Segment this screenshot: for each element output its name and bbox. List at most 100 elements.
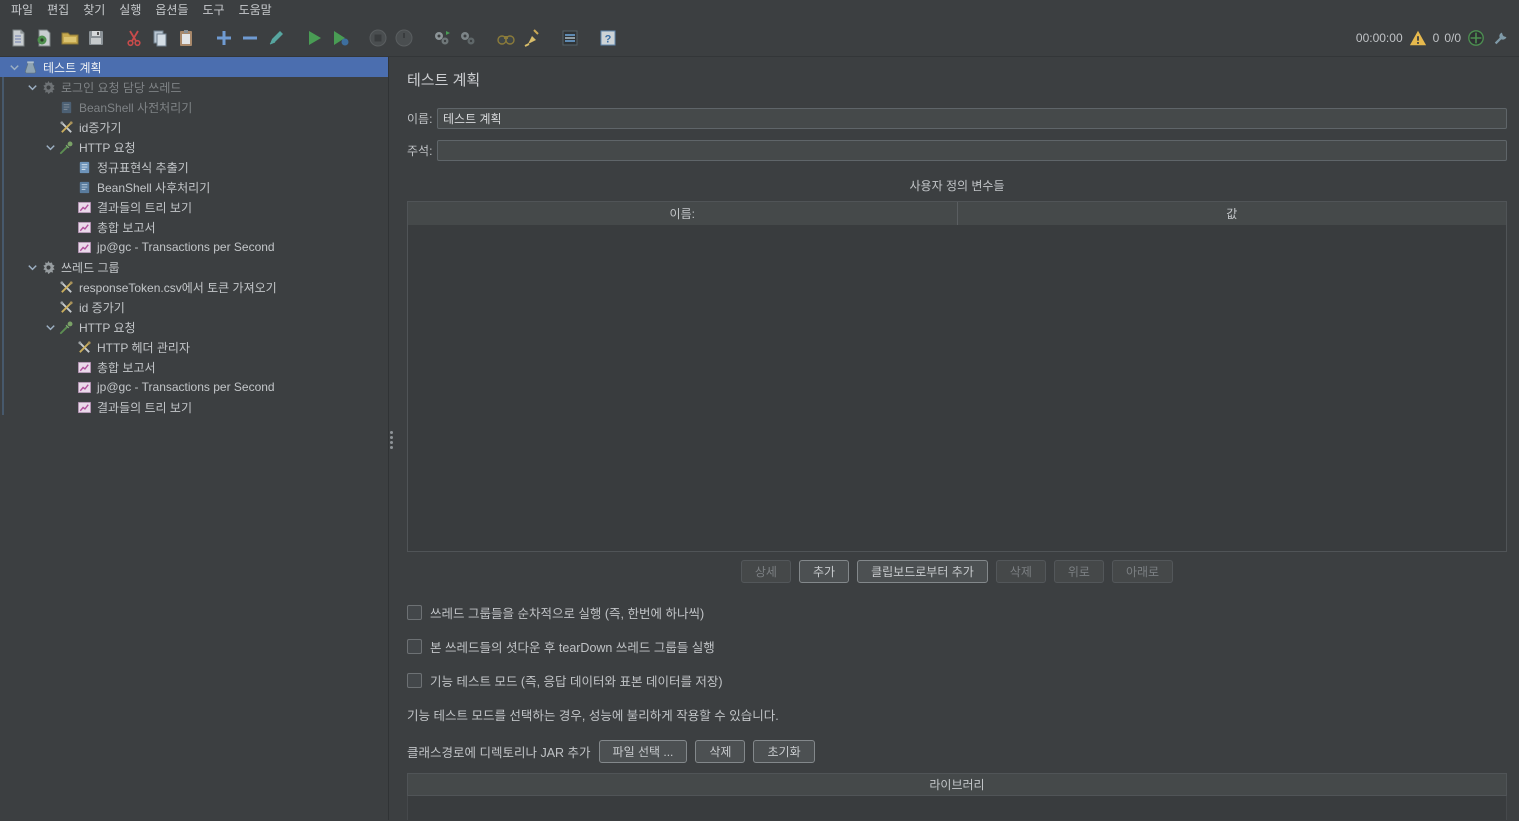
checkbox-row-run-thread-groups-consecutively: 쓰레드 그룹들을 순차적으로 실행 (즉, 한번에 하나씩) xyxy=(407,603,1507,622)
tree-item-label: BeanShell 사전처리기 xyxy=(79,100,193,115)
search-icon[interactable] xyxy=(494,26,518,50)
name-input[interactable] xyxy=(437,108,1507,129)
chevron-down-icon[interactable] xyxy=(42,320,58,334)
user-variables-title: 사용자 정의 변수들 xyxy=(909,179,1005,193)
tree-item-id-counter-2[interactable]: id 증가기 xyxy=(0,297,388,317)
classpath-delete-button[interactable]: 삭제 xyxy=(695,740,746,763)
chevron-down-icon[interactable] xyxy=(24,260,40,274)
target-icon[interactable] xyxy=(1466,28,1486,48)
expand-all-icon[interactable] xyxy=(212,26,236,50)
stop-icon[interactable] xyxy=(366,26,390,50)
paste-icon[interactable] xyxy=(174,26,198,50)
new-icon[interactable] xyxy=(6,26,30,50)
tree-item-label: 결과들의 트리 보기 xyxy=(97,400,192,415)
shutdown-icon[interactable] xyxy=(392,26,416,50)
test-plan-icon xyxy=(22,59,38,75)
chevron-down-icon[interactable] xyxy=(24,80,40,94)
menu-options[interactable]: 옵션들 xyxy=(148,0,195,20)
tree-item-login-thread-group[interactable]: 로그인 요청 담당 쓰레드 xyxy=(0,77,388,97)
tree-item-view-results-tree-1[interactable]: 결과들의 트리 보기 xyxy=(0,197,388,217)
remote-start-all-icon[interactable] xyxy=(430,26,454,50)
tree-item-http-header-manager[interactable]: HTTP 헤더 관리자 xyxy=(0,337,388,357)
tree-item-label: responseToken.csv에서 토큰 가져오기 xyxy=(79,280,277,295)
collapse-all-icon[interactable] xyxy=(238,26,262,50)
function-helper-icon[interactable] xyxy=(558,26,582,50)
wrench-icon xyxy=(58,299,74,315)
warning-icon[interactable] xyxy=(1408,28,1428,48)
thread-status: 0/0 xyxy=(1444,30,1461,45)
tree-item-beanshell-preprocessor[interactable]: BeanShell 사전처리기 xyxy=(0,97,388,117)
tree-item-aggregate-report-2[interactable]: 총합 보고서 xyxy=(0,357,388,377)
toolbar-group xyxy=(430,26,480,50)
wrench-icon[interactable] xyxy=(1491,28,1511,48)
gear-icon xyxy=(40,259,56,275)
tree-item-csv-token-config[interactable]: responseToken.csv에서 토큰 가져오기 xyxy=(0,277,388,297)
clear-icon[interactable] xyxy=(520,26,544,50)
variables-button-row: 상세 추가 클립보드로부터 추가 삭제 위로 아래로 xyxy=(407,560,1507,583)
checkbox-label: 쓰레드 그룹들을 순차적으로 실행 (즉, 한번에 하나씩) xyxy=(430,607,705,621)
copy-icon[interactable] xyxy=(148,26,172,50)
tree-item-http-request-1[interactable]: HTTP 요청 xyxy=(0,137,388,157)
tree-item-test-plan[interactable]: 테스트 계획 xyxy=(0,57,388,77)
tree-item-thread-group[interactable]: 쓰레드 그룹 xyxy=(0,257,388,277)
tree-item-view-results-tree-2[interactable]: 결과들의 트리 보기 xyxy=(0,397,388,417)
menu-tools[interactable]: 도구 xyxy=(196,0,232,20)
chevron-down-icon[interactable] xyxy=(42,140,58,154)
menu-run[interactable]: 실행 xyxy=(112,0,148,20)
wrench-icon xyxy=(58,119,74,135)
comment-input[interactable] xyxy=(437,140,1507,161)
splitter[interactable] xyxy=(389,57,407,820)
checkbox-label: 본 쓰레드들의 셧다운 후 tearDown 쓰레드 그룹들 실행 xyxy=(430,641,715,655)
help-icon[interactable]: ? xyxy=(596,26,620,50)
tree-item-label: 정규표현식 추출기 xyxy=(97,160,189,175)
menu-help[interactable]: 도움말 xyxy=(232,0,279,20)
checkbox-functional-test-mode[interactable] xyxy=(407,673,422,688)
svg-text:?: ? xyxy=(605,33,612,45)
chevron-down-icon[interactable] xyxy=(6,60,22,74)
menu-edit[interactable]: 편집 xyxy=(40,0,76,20)
add-button[interactable]: 추가 xyxy=(798,560,850,583)
start-no-timers-icon[interactable] xyxy=(328,26,352,50)
checkbox-run-teardown-after-shutdown[interactable] xyxy=(407,639,422,654)
delete-button: 삭제 xyxy=(995,560,1046,583)
tree-item-id-counter-1[interactable]: id증가기 xyxy=(0,117,388,137)
extractor-icon xyxy=(76,159,92,175)
checkbox-run-thread-groups-consecutively[interactable] xyxy=(407,605,422,620)
open-icon[interactable] xyxy=(58,26,82,50)
remote-shutdown-all-icon[interactable] xyxy=(456,26,480,50)
chart-icon xyxy=(76,199,92,215)
tree-item-jpgc-tps-1[interactable]: jp@gc - Transactions per Second xyxy=(0,237,388,257)
tree-item-regex-extractor[interactable]: 정규표현식 추출기 xyxy=(0,157,388,177)
tree-item-label: jp@gc - Transactions per Second xyxy=(97,240,275,254)
menu-search[interactable]: 찾기 xyxy=(76,0,112,20)
classpath-row: 클래스경로에 디렉토리나 JAR 추가 파일 선택 ... 삭제 초기화 xyxy=(407,740,1507,763)
browse-button[interactable]: 파일 선택 ... xyxy=(598,740,688,763)
test-plan-editor: 테스트 계획 이름: 주석: 사용자 정의 변수들 이름: 값 상세 추가 클립보드… xyxy=(407,57,1519,820)
menu-file[interactable]: 파일 xyxy=(4,0,40,20)
tree-item-jpgc-tps-2[interactable]: jp@gc - Transactions per Second xyxy=(0,377,388,397)
tree-item-beanshell-postprocessor[interactable]: BeanShell 사후처리기 xyxy=(0,177,388,197)
cut-icon[interactable] xyxy=(122,26,146,50)
tree-item-http-request-2[interactable]: HTTP 요청 xyxy=(0,317,388,337)
add-from-clipboard-button[interactable]: 클립보드로부터 추가 xyxy=(857,560,988,583)
start-icon[interactable] xyxy=(302,26,326,50)
save-icon[interactable] xyxy=(84,26,108,50)
tree-item-aggregate-report-1[interactable]: 총합 보고서 xyxy=(0,217,388,237)
column-header-name: 이름: xyxy=(408,202,958,225)
templates-icon[interactable] xyxy=(32,26,56,50)
options-checkboxes: 쓰레드 그룹들을 순차적으로 실행 (즉, 한번에 하나씩) 본 쓰레드들의 셧다… xyxy=(407,603,1507,690)
toggle-icon[interactable] xyxy=(264,26,288,50)
test-plan-tree: 테스트 계획 로그인 요청 담당 쓰레드 BeanShell 사전처리기 id증가기 H… xyxy=(0,57,389,820)
reset-button[interactable]: 초기화 xyxy=(753,740,815,763)
